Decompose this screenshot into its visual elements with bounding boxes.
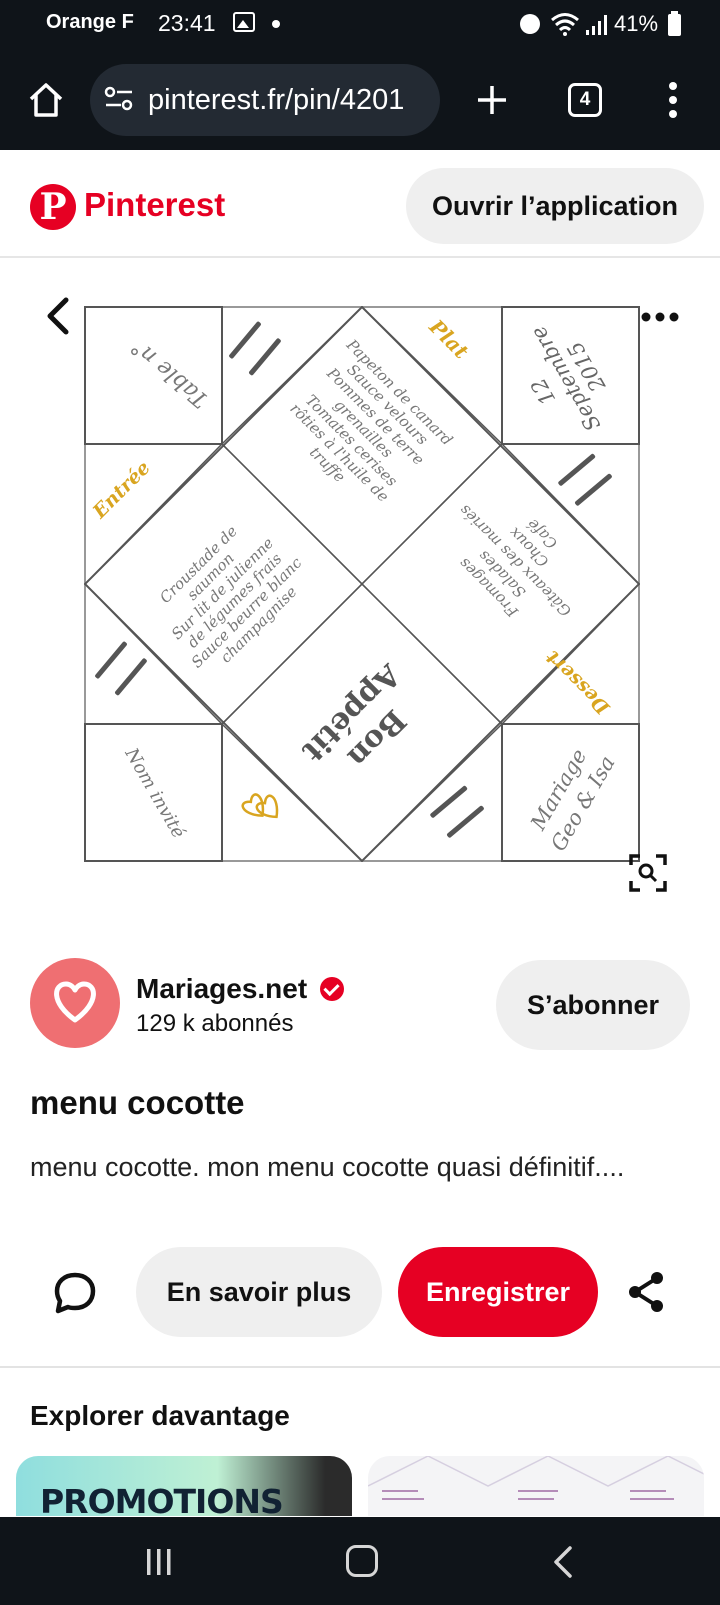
address-bar[interactable]: pinterest.fr/pin/4201 bbox=[90, 64, 440, 136]
back-nav-icon[interactable] bbox=[552, 1545, 574, 1579]
pin-title: menu cocotte bbox=[30, 1084, 245, 1121]
battery-percent: 41% bbox=[614, 11, 659, 36]
visual-search-icon[interactable] bbox=[628, 853, 668, 893]
battery-icon bbox=[668, 11, 681, 36]
thumbnail-text: PROMOTIONS bbox=[40, 1482, 284, 1516]
site-settings-icon[interactable] bbox=[104, 86, 134, 112]
explore-heading: Explorer davantage bbox=[30, 1400, 290, 1431]
clock: 23:41 bbox=[158, 10, 216, 36]
save-button[interactable]: Enregistrer bbox=[398, 1247, 598, 1337]
logo-letter: P bbox=[39, 186, 67, 228]
more-vertical-icon[interactable] bbox=[660, 78, 686, 122]
follower-count: 129 k abonnés bbox=[136, 1010, 294, 1037]
gallery-notification-icon bbox=[233, 12, 255, 32]
tab-switcher-button[interactable]: 4 bbox=[568, 83, 602, 117]
more-options-icon[interactable] bbox=[640, 310, 680, 324]
pin-description: menu cocotte. mon menu cocotte quasi déf… bbox=[30, 1152, 625, 1182]
url-text: pinterest.fr/pin/4201 bbox=[148, 84, 405, 116]
related-pin-thumbnail[interactable]: PROMOTIONS bbox=[16, 1456, 352, 1516]
alarm-icon bbox=[520, 14, 540, 34]
related-pin-thumbnail[interactable] bbox=[368, 1456, 704, 1516]
notification-dot-icon bbox=[272, 20, 280, 28]
recent-apps-icon[interactable] bbox=[146, 1547, 172, 1577]
pinterest-header: P Pinterest Ouvrir l’application bbox=[0, 150, 720, 258]
avatar[interactable] bbox=[30, 958, 120, 1048]
wifi-icon bbox=[551, 13, 579, 36]
system-nav-bar bbox=[0, 1517, 720, 1605]
open-app-button[interactable]: Ouvrir l’application bbox=[406, 168, 704, 244]
signal-icon bbox=[586, 15, 607, 35]
creator-name[interactable]: Mariages.net bbox=[136, 973, 307, 1005]
comment-icon[interactable] bbox=[52, 1270, 98, 1316]
section-divider bbox=[0, 1366, 720, 1368]
pinterest-logo-icon[interactable]: P bbox=[30, 184, 76, 230]
browser-toolbar: pinterest.fr/pin/4201 4 bbox=[0, 50, 720, 150]
learn-more-button[interactable]: En savoir plus bbox=[136, 1247, 382, 1337]
pin-image-area: Table n° 12 Septembre 2015 Plat Papeton … bbox=[0, 258, 720, 908]
share-icon[interactable] bbox=[626, 1270, 666, 1314]
new-tab-icon[interactable] bbox=[470, 78, 514, 122]
thumbnail-image bbox=[368, 1456, 704, 1500]
verified-badge-icon bbox=[320, 977, 344, 1001]
follow-button[interactable]: S’abonner bbox=[496, 960, 690, 1050]
back-arrow-icon[interactable] bbox=[38, 294, 78, 338]
carrier-name: Orange F bbox=[46, 11, 134, 33]
menu-cocotte-image[interactable]: Table n° 12 Septembre 2015 Plat Papeton … bbox=[84, 306, 640, 862]
status-bar: Orange F 23:41 41% bbox=[0, 0, 720, 50]
heart-logo-icon bbox=[54, 981, 96, 1023]
home-icon[interactable] bbox=[26, 80, 66, 120]
creator-row: Mariages.net 129 k abonnés S’abonner bbox=[0, 958, 720, 1058]
home-nav-icon[interactable] bbox=[346, 1545, 378, 1577]
brand-name[interactable]: Pinterest bbox=[84, 186, 225, 224]
